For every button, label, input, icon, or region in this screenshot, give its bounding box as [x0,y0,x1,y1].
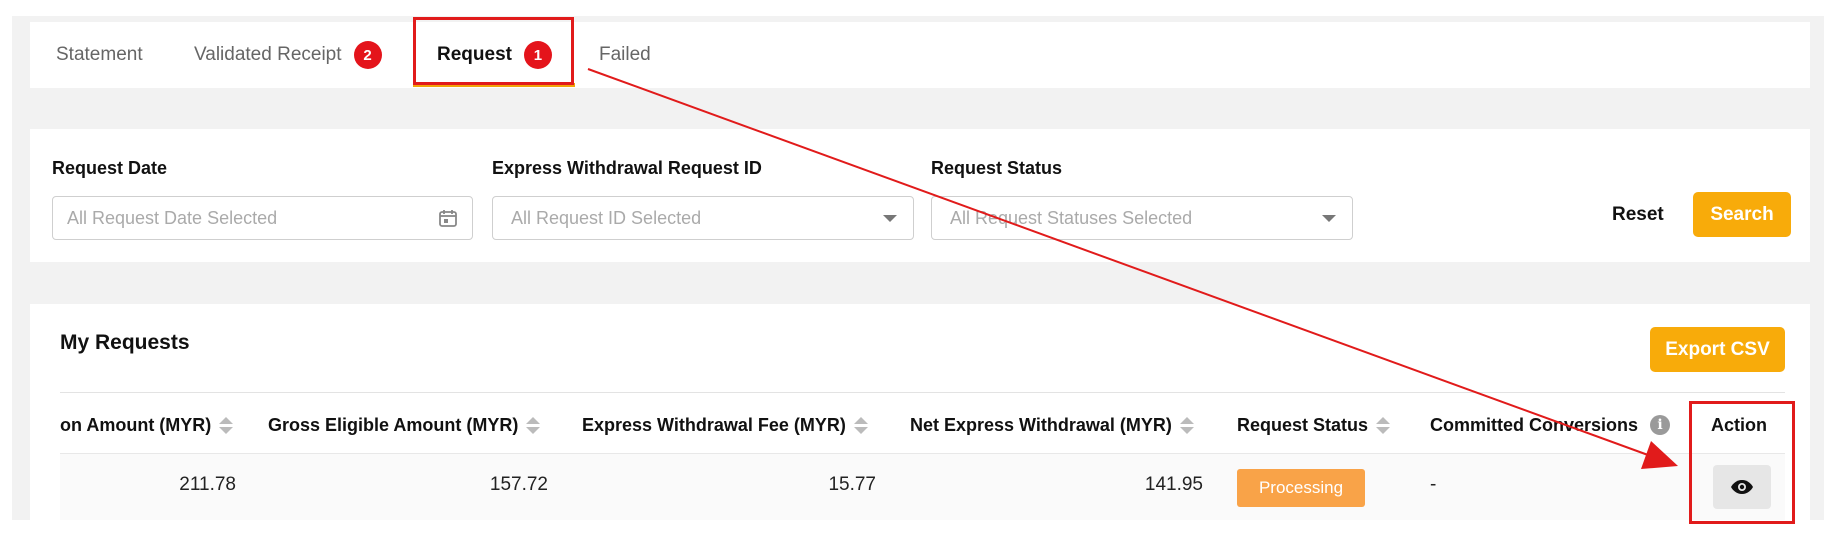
sort-icon [853,416,868,434]
sort-icon [1179,416,1194,434]
request-date-label: Request Date [52,158,168,178]
request-id-label: Express Withdrawal Request ID [492,158,762,178]
section-title: My Requests [60,331,190,354]
tab-failed[interactable]: Failed [599,22,651,88]
annotation-box-action [1689,401,1795,524]
request-id-select[interactable]: All Request ID Selected [492,196,914,240]
column-header-label: Express Withdrawal Fee (MYR) [582,414,846,435]
cell-gross-eligible: 157.72 [489,474,548,495]
tab-validated-receipt[interactable]: Validated Receipt 2 [194,22,382,88]
calendar-icon [438,208,458,233]
col-request-status[interactable]: Request Status [1237,413,1391,437]
sort-icon [526,416,541,434]
tab-label: Validated Receipt [194,44,342,65]
column-header-label: on Amount (MYR) [60,414,212,435]
cell-net: 141.95 [1144,474,1203,495]
cell-conversion-amount: 211.78 [179,474,236,495]
tab-label: Statement [56,44,143,65]
column-header-label: Net Express Withdrawal (MYR) [910,414,1172,435]
request-status-placeholder: All Request Statuses Selected [950,207,1193,228]
status-badge: Processing [1237,469,1365,507]
annotation-box-tab [413,17,574,85]
search-button[interactable]: Search [1693,192,1791,237]
col-express-withdrawal-fee[interactable]: Express Withdrawal Fee (MYR) [582,413,868,437]
col-conversion-amount[interactable]: on Amount (MYR) [60,413,234,437]
column-header-label: Request Status [1237,414,1369,435]
sort-icon [1376,416,1391,434]
request-date-input[interactable]: All Request Date Selected [52,196,473,240]
chevron-down-icon [1322,215,1336,222]
tab-label: Failed [599,44,651,65]
column-header-label: Gross Eligible Amount (MYR) [268,414,519,435]
info-icon[interactable]: i [1650,415,1671,435]
reset-button[interactable]: Reset [1612,204,1664,226]
column-header-label: Committed Conversions [1430,414,1639,435]
cell-fee: 15.77 [828,474,876,495]
count-badge: 2 [353,41,382,69]
request-id-placeholder: All Request ID Selected [511,207,702,228]
request-date-placeholder: All Request Date Selected [67,207,278,228]
col-net-express-withdrawal[interactable]: Net Express Withdrawal (MYR) [910,413,1194,437]
export-csv-button[interactable]: Export CSV [1650,327,1785,372]
cell-committed: - [1430,474,1437,495]
table-row [60,454,1785,520]
col-committed-conversions: Committed Conversions i [1430,413,1671,437]
tab-statement[interactable]: Statement [56,22,143,88]
request-status-label: Request Status [931,158,1063,178]
col-gross-eligible-amount[interactable]: Gross Eligible Amount (MYR) [268,413,541,437]
sort-icon [219,416,234,434]
request-status-select[interactable]: All Request Statuses Selected [931,196,1353,240]
header-divider [60,392,1785,393]
chevron-down-icon [883,215,897,222]
